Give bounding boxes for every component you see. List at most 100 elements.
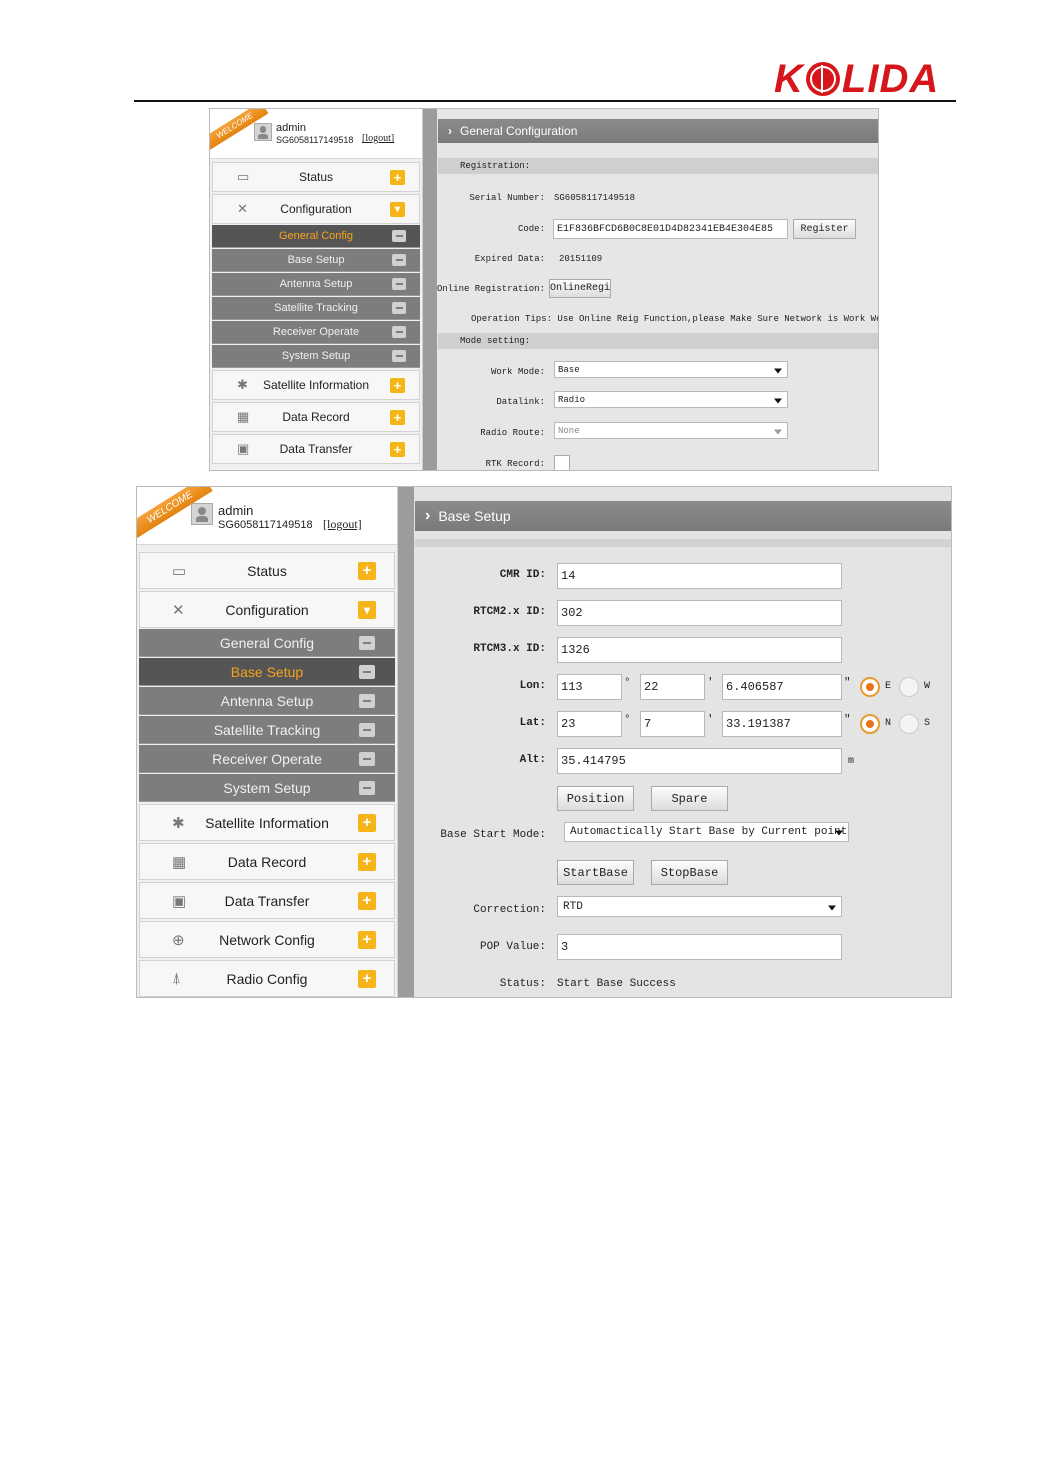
operation-tips: Operation Tips: Use Online Reig Function… — [471, 314, 879, 324]
logout-link[interactable]: [logout] — [362, 133, 394, 144]
submenu-receiver-operate[interactable]: Receiver Operate — [212, 321, 420, 344]
avatar-icon — [191, 503, 213, 525]
user-box: WELCOME admin SG6058117149518 [logout] — [210, 109, 422, 159]
datalink-select[interactable]: Radio — [554, 391, 788, 408]
globe-icon — [805, 62, 840, 96]
minute-symbol: ′ — [707, 714, 714, 726]
work-mode-select[interactable]: Base — [554, 361, 788, 378]
expired-data-value: 20151109 — [559, 254, 603, 264]
expand-plus-icon[interactable]: + — [358, 931, 376, 949]
pop-value-label: POP Value: — [479, 941, 546, 953]
lat-seconds-input[interactable]: 33.191387 — [722, 711, 842, 737]
stopbase-button[interactable]: StopBase — [651, 860, 728, 885]
south-radio[interactable] — [899, 714, 919, 734]
rtcm3-id-input[interactable]: 1326 — [557, 637, 842, 663]
submenu-system-setup[interactable]: System Setup — [212, 345, 420, 368]
pop-value-input[interactable]: 3 — [557, 934, 842, 960]
sidebar: WELCOME admin SG6058117149518 [logout] ▭… — [210, 109, 423, 470]
lat-degrees-input[interactable]: 23 — [557, 711, 622, 737]
correction-select[interactable]: RTD — [557, 896, 842, 917]
lon-degrees-input[interactable]: 113 — [557, 674, 622, 700]
menu-configuration[interactable]: ✕ Configuration ▾ — [139, 591, 395, 628]
lon-seconds-input[interactable]: 6.406587 — [722, 674, 842, 700]
rtcm2-id-input[interactable]: 302 — [557, 600, 842, 626]
cmr-id-input[interactable]: 14 — [557, 563, 842, 589]
minus-icon — [359, 665, 375, 679]
expand-plus-icon[interactable]: + — [390, 442, 405, 457]
submenu-system-setup[interactable]: System Setup — [139, 774, 395, 802]
menu-data-record[interactable]: ▦ Data Record + — [139, 843, 395, 880]
expand-plus-icon[interactable]: + — [390, 170, 405, 185]
menu-data-record[interactable]: ▦ Data Record + — [212, 402, 420, 432]
submenu-antenna-setup[interactable]: Antenna Setup — [212, 273, 420, 296]
dropdown-arrow-icon — [835, 830, 843, 836]
menu-satellite-information[interactable]: ✱ Satellite Information + — [212, 370, 420, 400]
cmr-id-label: CMR ID: — [499, 569, 546, 581]
page-title: General Configuration — [460, 124, 578, 138]
submenu-label: Receiver Operate — [212, 750, 322, 767]
menu-network-config[interactable]: ⊕ Network Config + — [139, 921, 395, 958]
submenu-receiver-operate[interactable]: Receiver Operate — [139, 745, 395, 773]
menu-data-transfer[interactable]: ▣ Data Transfer + — [212, 434, 420, 464]
menu-status[interactable]: ▭ Status + — [212, 162, 420, 192]
online-regi-button[interactable]: OnlineRegi — [549, 279, 611, 298]
status-label: Status: — [499, 978, 546, 990]
second-symbol: ″ — [844, 677, 851, 689]
registration-header: Registration: — [438, 158, 878, 174]
submenu-label: General Config — [279, 230, 353, 242]
alt-input[interactable]: 35.414795 — [557, 748, 842, 774]
submenu-general-config[interactable]: General Config — [139, 629, 395, 657]
satellite-icon: ✱ — [172, 814, 185, 832]
submenu-label: Receiver Operate — [272, 326, 360, 338]
datalink-value: Radio — [558, 394, 586, 405]
west-radio[interactable] — [899, 677, 919, 697]
rtk-record-label: RTK Record: — [485, 459, 545, 469]
east-radio[interactable] — [860, 677, 880, 697]
submenu-general-config[interactable]: General Config — [212, 225, 420, 248]
expand-plus-icon[interactable]: + — [358, 892, 376, 910]
menu-status[interactable]: ▭ Status + — [139, 552, 395, 589]
collapse-chevron-icon[interactable]: ▾ — [358, 601, 376, 619]
chevron-right-icon: › — [448, 124, 452, 138]
minus-icon — [359, 694, 375, 708]
submenu-satellite-tracking[interactable]: Satellite Tracking — [139, 716, 395, 744]
rtk-record-checkbox[interactable] — [554, 455, 570, 470]
base-start-mode-value: Automactically Start Base by Current poi… — [570, 826, 848, 838]
expand-plus-icon[interactable]: + — [358, 562, 376, 580]
logout-link[interactable]: [logout] — [323, 517, 362, 532]
title-bar: › Base Setup — [415, 501, 951, 531]
code-input[interactable]: E1F836BFCD6B0C8E01D4D82341EB4E304E85 — [553, 219, 788, 239]
minus-icon — [359, 752, 375, 766]
expand-plus-icon[interactable]: + — [358, 853, 376, 871]
register-button[interactable]: Register — [793, 219, 856, 239]
position-button[interactable]: Position — [557, 786, 634, 811]
second-symbol: ″ — [844, 714, 851, 726]
radio-route-select[interactable]: None — [554, 422, 788, 439]
menu-configuration[interactable]: ✕ Configuration ▾ — [212, 194, 420, 224]
expand-plus-icon[interactable]: + — [358, 814, 376, 832]
menu-data-transfer[interactable]: ▣ Data Transfer + — [139, 882, 395, 919]
expand-plus-icon[interactable]: + — [390, 410, 405, 425]
satellite-icon: ✱ — [237, 377, 248, 392]
menu-satellite-information[interactable]: ✱ Satellite Information + — [139, 804, 395, 841]
rtcm2-id-label: RTCM2.x ID: — [473, 606, 546, 618]
submenu-label: Antenna Setup — [279, 278, 353, 290]
spare-button[interactable]: Spare — [651, 786, 728, 811]
menu-radio-config[interactable]: ⍋ Radio Config + — [139, 960, 395, 997]
submenu-base-setup[interactable]: Base Setup — [212, 249, 420, 272]
startbase-button[interactable]: StartBase — [557, 860, 634, 885]
north-radio[interactable] — [860, 714, 880, 734]
expand-plus-icon[interactable]: + — [390, 378, 405, 393]
submenu-base-setup[interactable]: Base Setup — [139, 658, 395, 686]
main-panel: › General Configuration Registration: Se… — [437, 109, 879, 470]
dropdown-arrow-icon — [774, 398, 782, 403]
collapse-chevron-icon[interactable]: ▾ — [390, 202, 405, 217]
expand-plus-icon[interactable]: + — [358, 970, 376, 988]
minus-icon — [392, 302, 406, 314]
general-config-screenshot: WELCOME admin SG6058117149518 [logout] ▭… — [209, 108, 879, 471]
base-start-mode-select[interactable]: Automactically Start Base by Current poi… — [564, 822, 849, 842]
lat-minutes-input[interactable]: 7 — [640, 711, 705, 737]
lon-minutes-input[interactable]: 22 — [640, 674, 705, 700]
submenu-satellite-tracking[interactable]: Satellite Tracking — [212, 297, 420, 320]
submenu-antenna-setup[interactable]: Antenna Setup — [139, 687, 395, 715]
